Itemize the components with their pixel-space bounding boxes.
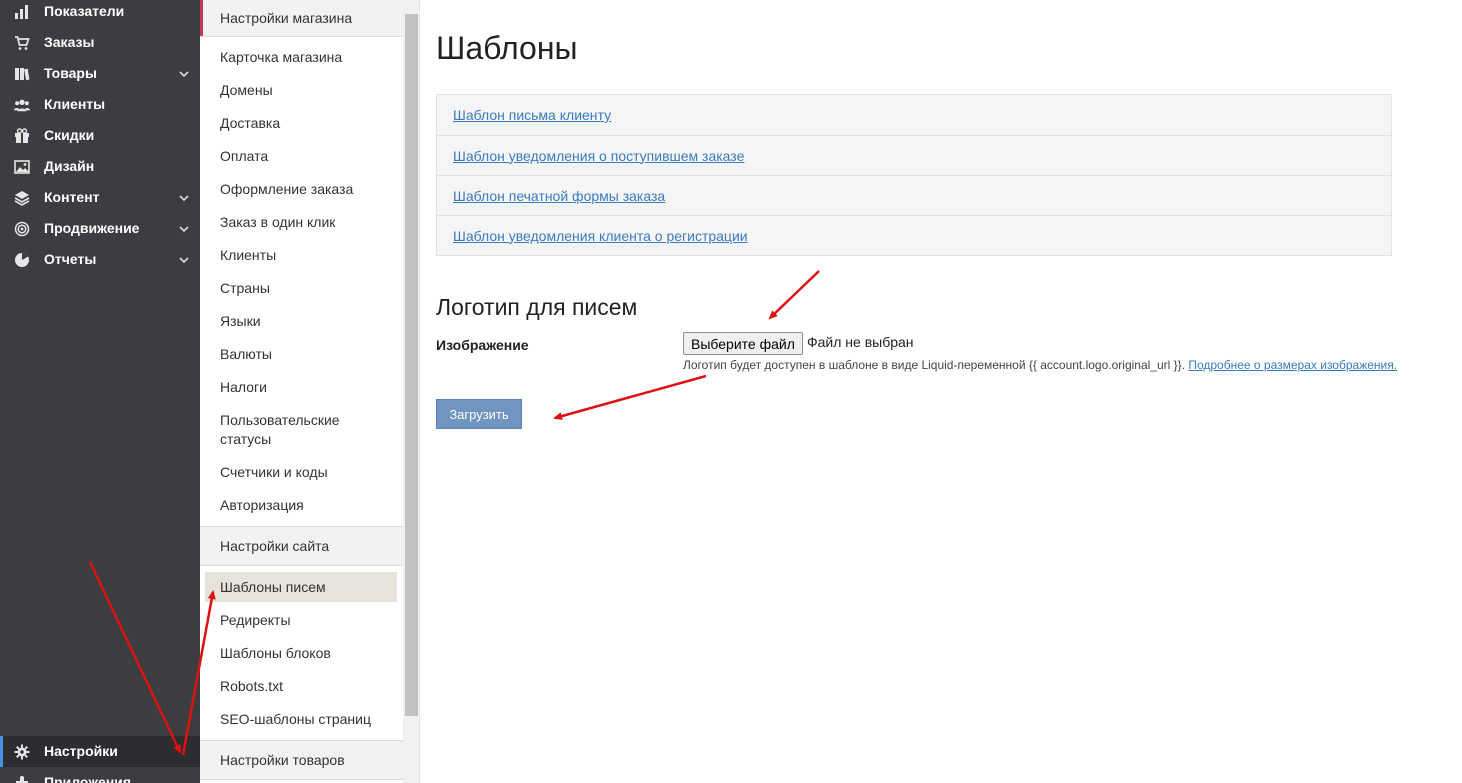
bar-chart-icon bbox=[14, 4, 30, 20]
chevron-down-icon bbox=[178, 253, 190, 265]
chevron-down-icon bbox=[178, 222, 190, 234]
image-icon bbox=[14, 159, 30, 175]
chevron-down-icon bbox=[178, 67, 190, 79]
sidebar-item-products[interactable]: Товары bbox=[0, 58, 200, 89]
gear-icon bbox=[14, 744, 30, 760]
sidebar-item-settings[interactable]: Настройки bbox=[0, 736, 200, 767]
choose-file-button[interactable]: Выберите файл bbox=[683, 332, 803, 355]
sidebar-item-label: Клиенты bbox=[44, 96, 106, 112]
submenu-item-languages[interactable]: Языки bbox=[220, 312, 395, 331]
active-indicator bbox=[0, 736, 3, 767]
image-field-label: Изображение bbox=[436, 337, 529, 353]
books-icon bbox=[14, 66, 30, 82]
section-header-site-settings[interactable]: Настройки сайта bbox=[200, 527, 403, 565]
sidebar-item-label: Настройки bbox=[44, 743, 118, 759]
chevron-down-icon bbox=[178, 191, 190, 203]
sidebar-item-label: Скидки bbox=[44, 127, 95, 143]
submenu-item-checkout[interactable]: Оформление заказа bbox=[220, 180, 395, 199]
section-header-label: Настройки товаров bbox=[220, 752, 345, 768]
users-icon bbox=[14, 97, 30, 113]
sidebar-item-label: Товары bbox=[44, 65, 97, 81]
sidebar-item-clients[interactable]: Клиенты bbox=[0, 89, 200, 120]
sidebar-item-label: Продвижение bbox=[44, 220, 140, 236]
list-item: Шаблон письма клиенту bbox=[437, 95, 1391, 135]
sidebar-item-dashboard[interactable]: Показатели bbox=[0, 0, 200, 27]
submenu-item-redirects[interactable]: Редиректы bbox=[220, 611, 395, 630]
gift-icon bbox=[14, 128, 30, 144]
sidebar-item-discounts[interactable]: Скидки bbox=[0, 120, 200, 151]
main-sidebar: Показатели Заказы Товары Клиенты Скидки … bbox=[0, 0, 200, 783]
sidebar-item-label: Приложения bbox=[44, 774, 132, 783]
template-list: Шаблон письма клиенту Шаблон уведомления… bbox=[436, 94, 1392, 256]
submenu-item-custom-statuses[interactable]: Пользовательские статусы bbox=[220, 411, 360, 449]
submenu-item-countries[interactable]: Страны bbox=[220, 279, 395, 298]
section-header-label: Настройки сайта bbox=[220, 538, 330, 554]
annotation-arrow bbox=[768, 270, 820, 320]
submenu-item-delivery[interactable]: Доставка bbox=[220, 114, 395, 133]
sidebar-item-label: Дизайн bbox=[44, 158, 95, 174]
pie-chart-icon bbox=[14, 252, 30, 268]
sidebar-item-design[interactable]: Дизайн bbox=[0, 151, 200, 182]
sidebar-item-label: Отчеты bbox=[44, 251, 97, 267]
list-item: Шаблон уведомления клиента о регистрации bbox=[437, 215, 1391, 255]
submenu-item-currencies[interactable]: Валюты bbox=[220, 345, 395, 364]
submenu-item-taxes[interactable]: Налоги bbox=[220, 378, 395, 397]
submenu-item-authorization[interactable]: Авторизация bbox=[220, 496, 395, 515]
submenu-item-one-click-order[interactable]: Заказ в один клик bbox=[220, 213, 395, 232]
divider bbox=[200, 565, 403, 566]
image-size-help-link[interactable]: Подробнее о размерах изображения. bbox=[1188, 358, 1397, 372]
page-title: Шаблоны bbox=[436, 30, 578, 66]
divider bbox=[200, 779, 403, 780]
sidebar-item-apps[interactable]: Приложения bbox=[0, 767, 200, 783]
submenu-item-seo-templates[interactable]: SEO-шаблоны страниц bbox=[220, 710, 395, 729]
sidebar-item-promotion[interactable]: Продвижение bbox=[0, 213, 200, 244]
submenu-item-counters-codes[interactable]: Счетчики и коды bbox=[220, 463, 395, 482]
section-header-label: Настройки магазина bbox=[220, 10, 353, 26]
hint-text: Логотип будет доступен в шаблоне в виде … bbox=[683, 358, 1189, 372]
template-link-order-print-form[interactable]: Шаблон печатной формы заказа bbox=[453, 188, 665, 204]
puzzle-icon bbox=[14, 775, 30, 783]
section-header-product-settings[interactable]: Настройки товаров bbox=[200, 741, 403, 779]
logo-section-title: Логотип для писем bbox=[436, 294, 638, 320]
layers-icon bbox=[14, 190, 30, 206]
sidebar-item-content[interactable]: Контент bbox=[0, 182, 200, 213]
upload-button[interactable]: Загрузить bbox=[436, 399, 522, 429]
settings-submenu: Настройки магазина Карточка магазина Дом… bbox=[200, 0, 403, 783]
submenu-item-clients[interactable]: Клиенты bbox=[220, 246, 395, 265]
submenu-item-robots-txt[interactable]: Robots.txt bbox=[220, 677, 395, 696]
sidebar-item-label: Показатели bbox=[44, 3, 125, 19]
divider bbox=[200, 36, 403, 37]
cart-icon bbox=[14, 35, 30, 51]
logo-hint-text: Логотип будет доступен в шаблоне в виде … bbox=[683, 358, 1397, 372]
template-link-registration-notification[interactable]: Шаблон уведомления клиента о регистрации bbox=[453, 228, 748, 244]
submenu-scrollbar-thumb[interactable] bbox=[405, 14, 418, 716]
list-item: Шаблон уведомления о поступившем заказе bbox=[437, 135, 1391, 175]
content-divider bbox=[419, 0, 420, 783]
submenu-item-shop-card[interactable]: Карточка магазина bbox=[220, 48, 395, 67]
list-item: Шаблон печатной формы заказа bbox=[437, 175, 1391, 215]
sidebar-item-orders[interactable]: Заказы bbox=[0, 27, 200, 58]
section-header-shop-settings[interactable]: Настройки магазина bbox=[200, 0, 403, 36]
annotation-arrow bbox=[553, 374, 707, 420]
sidebar-item-reports[interactable]: Отчеты bbox=[0, 244, 200, 275]
template-link-customer-email[interactable]: Шаблон письма клиенту bbox=[453, 107, 611, 123]
file-status-text: Файл не выбран bbox=[807, 334, 914, 350]
target-icon bbox=[14, 221, 30, 237]
submenu-item-domains[interactable]: Домены bbox=[220, 81, 395, 100]
sidebar-item-label: Контент bbox=[44, 189, 100, 205]
submenu-item-payment[interactable]: Оплата bbox=[220, 147, 395, 166]
submenu-item-block-templates[interactable]: Шаблоны блоков bbox=[220, 644, 395, 663]
submenu-item-email-templates[interactable]: Шаблоны писем bbox=[205, 572, 397, 602]
template-link-new-order-notification[interactable]: Шаблон уведомления о поступившем заказе bbox=[453, 148, 744, 164]
sidebar-item-label: Заказы bbox=[44, 34, 95, 50]
